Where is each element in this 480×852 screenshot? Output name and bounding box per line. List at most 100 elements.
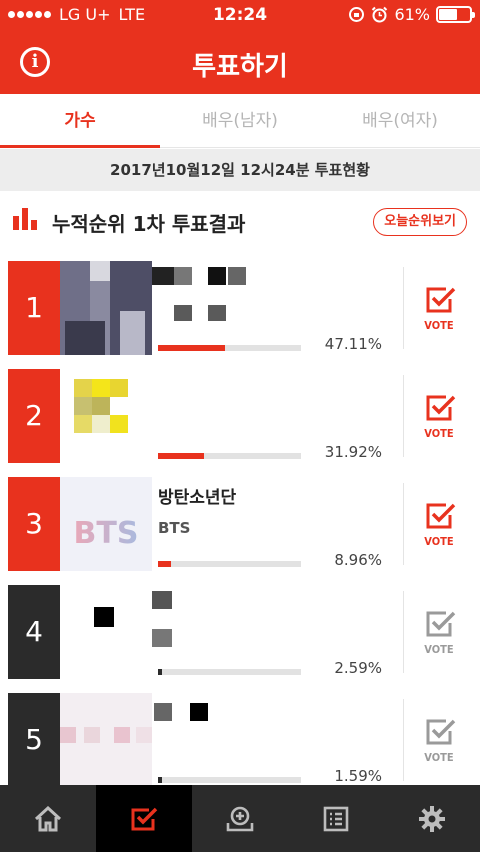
vote-check-icon xyxy=(426,503,456,529)
vote-share-bar xyxy=(158,453,301,459)
tab-actor-male[interactable]: 배우(남자) xyxy=(160,94,320,147)
divider xyxy=(403,591,404,673)
section-title: 누적순위 1차 투표결과 xyxy=(52,212,246,236)
home-icon xyxy=(34,805,62,831)
vote-label: VOTE xyxy=(424,751,454,764)
rank-number: 4 xyxy=(8,585,60,679)
alarm-icon xyxy=(372,6,388,23)
today-ranking-button[interactable]: 오늘순위보기 xyxy=(373,208,467,236)
rotation-lock-icon xyxy=(349,7,365,22)
status-bar: LG U+ LTE 12:24 61% xyxy=(0,0,480,30)
pixelated-text-image xyxy=(190,703,208,721)
vote-button[interactable]: VOTE xyxy=(420,283,458,333)
blurred-photo-image xyxy=(74,379,128,433)
vote-share-fill xyxy=(158,345,226,351)
pixelated-text-image xyxy=(174,267,192,285)
vote-check-icon xyxy=(426,719,456,745)
pixelated-text-image xyxy=(208,267,226,285)
vote-share-bar xyxy=(158,777,301,783)
pixelated-text-image xyxy=(208,305,226,321)
artist-photo xyxy=(60,693,152,787)
battery-icon xyxy=(436,6,475,23)
artist-info: 31.92% xyxy=(158,369,388,463)
artist-info: 방탄소년단 BTS 8.96% xyxy=(158,477,388,571)
rank-number: 2 xyxy=(8,369,60,463)
category-tabs: 가수 배우(남자) 배우(여자) xyxy=(0,94,480,148)
pixelated-text-image xyxy=(152,629,172,647)
ranking-chart-icon xyxy=(13,208,39,230)
page-title: 투표하기 xyxy=(192,52,288,82)
artist-info: 47.11% xyxy=(152,261,388,355)
vote-label: VOTE xyxy=(424,643,454,656)
bts-logo-image: BTS xyxy=(74,516,139,551)
nav-settings[interactable] xyxy=(384,785,480,852)
vote-check-icon xyxy=(426,611,456,637)
vote-share-bar xyxy=(158,561,301,567)
vote-percent: 47.11% xyxy=(324,335,382,353)
bts-logo-text: BTS xyxy=(74,516,139,551)
rank-item: 4 2.59% VOTE xyxy=(0,585,480,679)
vote-share-bar xyxy=(158,345,301,351)
rank-item: 2 31.92% VOTE xyxy=(0,369,480,463)
vote-share-fill xyxy=(158,669,163,675)
tab-singer[interactable]: 가수 xyxy=(0,94,160,148)
blurred-photo-image xyxy=(60,727,152,743)
artist-subname: BTS xyxy=(158,519,191,537)
artist-info: 2.59% xyxy=(152,585,388,679)
vote-label: VOTE xyxy=(424,535,454,548)
list-icon xyxy=(323,806,349,831)
section-header: 누적순위 1차 투표결과 오늘순위보기 xyxy=(0,196,480,246)
artist-photo xyxy=(60,261,152,355)
status-right: 61% xyxy=(348,5,475,24)
battery-percent: 61% xyxy=(394,5,430,24)
vote-share-bar xyxy=(158,669,301,675)
divider xyxy=(403,375,404,457)
pixelated-text-image xyxy=(228,267,246,285)
vote-check-icon xyxy=(131,807,158,830)
rank-number: 3 xyxy=(8,477,60,571)
pixelated-text-image xyxy=(152,267,174,285)
vote-button[interactable]: VOTE xyxy=(420,391,458,441)
artist-logo: BTS xyxy=(60,477,152,571)
vote-button[interactable]: VOTE xyxy=(420,499,458,549)
blurred-photo-image xyxy=(60,261,152,355)
app-header: i 투표하기 xyxy=(0,30,480,94)
nav-vote[interactable] xyxy=(96,785,192,852)
vote-percent: 8.96% xyxy=(334,551,382,569)
vote-percent: 2.59% xyxy=(334,659,382,677)
artist-name: 방탄소년단 xyxy=(158,488,237,508)
gear-icon xyxy=(419,805,445,832)
vote-check-icon xyxy=(426,395,456,421)
vote-button[interactable]: VOTE xyxy=(420,607,458,657)
rank-item: 3 BTS 방탄소년단 BTS 8.96% VOTE xyxy=(0,477,480,571)
divider xyxy=(403,267,404,349)
rank-item: 1 47.11% VOTE xyxy=(0,261,480,355)
artist-photo xyxy=(60,585,152,679)
vote-share-fill xyxy=(158,777,163,783)
nav-list[interactable] xyxy=(288,785,384,852)
divider xyxy=(403,483,404,565)
bottom-navigation xyxy=(0,785,480,852)
pixelated-text-image xyxy=(154,703,172,721)
pixelated-text-image xyxy=(152,591,172,609)
artist-photo xyxy=(60,369,152,463)
divider xyxy=(403,699,404,781)
vote-label: VOTE xyxy=(424,319,454,332)
vote-label: VOTE xyxy=(424,427,454,440)
vote-check-icon xyxy=(426,287,456,313)
vote-button[interactable]: VOTE xyxy=(420,715,458,765)
vote-share-fill xyxy=(158,561,171,567)
add-download-icon xyxy=(226,806,254,831)
nav-add[interactable] xyxy=(192,785,288,852)
pixelated-image xyxy=(94,607,114,627)
vote-percent: 31.92% xyxy=(324,443,382,461)
rank-item: 5 1.59% VOTE xyxy=(0,693,480,787)
nav-home[interactable] xyxy=(0,785,96,852)
vote-status-date: 2017년10월12일 12시24분 투표현황 xyxy=(0,149,480,191)
artist-info: 1.59% xyxy=(154,693,388,787)
rank-number: 5 xyxy=(8,693,60,787)
rank-number: 1 xyxy=(8,261,60,355)
pixelated-text-image xyxy=(174,305,192,321)
vote-share-fill xyxy=(158,453,204,459)
tab-actor-female[interactable]: 배우(여자) xyxy=(320,94,480,147)
